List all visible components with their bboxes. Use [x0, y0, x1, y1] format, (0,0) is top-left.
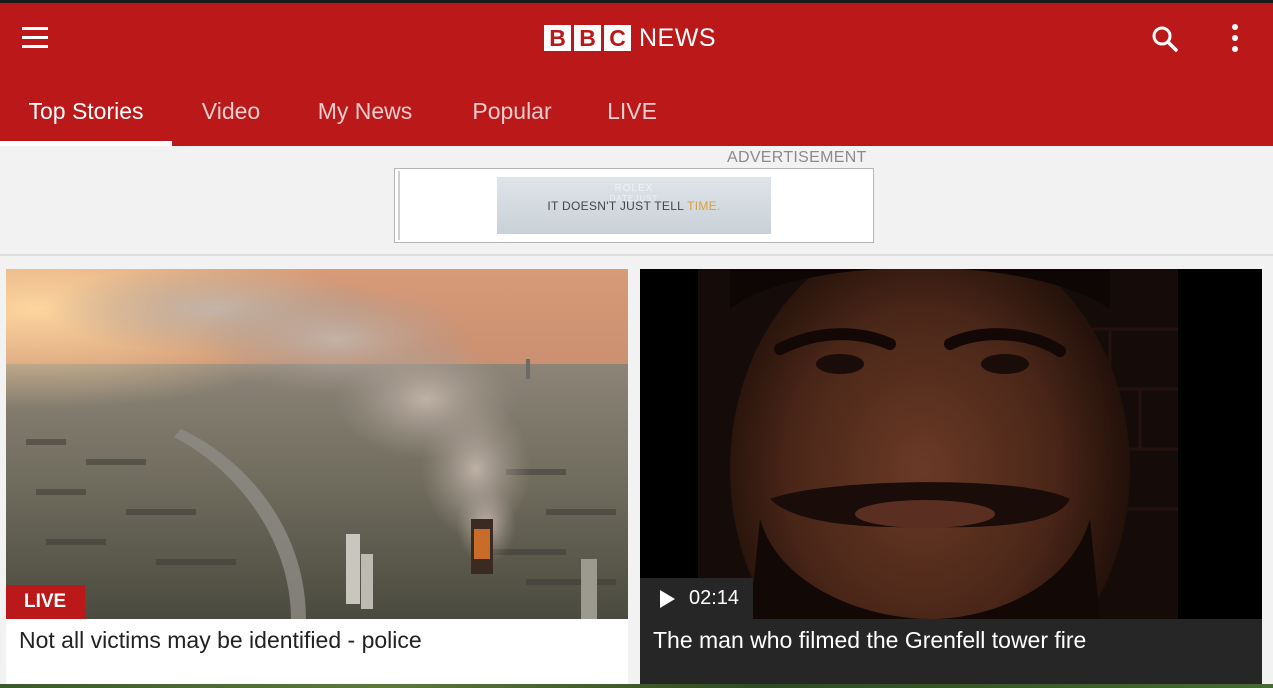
live-badge: LIVE — [6, 585, 85, 619]
story-title[interactable]: The man who filmed the Grenfell tower fi… — [653, 627, 1086, 654]
search-icon[interactable] — [1148, 22, 1182, 56]
ad-creative[interactable]: ROLEX DATEJUST IT DOESN'T JUST TELL TIME… — [497, 177, 771, 234]
story-image-fire[interactable]: LIVE — [6, 269, 628, 619]
story-title[interactable]: Not all victims may be identified - poli… — [19, 627, 422, 654]
tab-video[interactable]: Video — [172, 80, 290, 146]
play-icon — [660, 589, 675, 608]
more-vertical-icon[interactable] — [1222, 20, 1248, 56]
advertisement-banner[interactable]: ROLEX DATEJUST IT DOESN'T JUST TELL TIME… — [394, 168, 874, 243]
duration-text: 02:14 — [689, 587, 740, 609]
advertisement-label: ADVERTISEMENT — [727, 149, 867, 166]
bbc-news-logo: B B C NEWS — [544, 24, 716, 52]
advertisement-area: ADVERTISEMENT ROLEX DATEJUST IT DOESN'T … — [0, 146, 1273, 256]
video-duration: 02:14 — [640, 578, 753, 619]
top-border — [0, 0, 1273, 3]
ad-tagline-main: IT DOESN'T JUST TELL — [547, 198, 688, 213]
ad-brand: ROLEX — [614, 183, 654, 194]
hamburger-menu-icon[interactable] — [18, 24, 52, 52]
tab-live[interactable]: LIVE — [584, 80, 680, 146]
video-thumbnail[interactable]: 02:14 — [640, 269, 1262, 619]
story-card-video[interactable]: 02:14 The man who filmed the Grenfell to… — [640, 269, 1262, 688]
tab-popular[interactable]: Popular — [440, 80, 584, 146]
desktop-edge-strip — [0, 684, 1273, 688]
logo-block-c: C — [604, 25, 631, 51]
ad-tagline-accent: TIME. — [687, 198, 721, 213]
logo-block-b1: B — [544, 25, 571, 51]
logo-word-news: NEWS — [639, 23, 716, 52]
story-card-live[interactable]: LIVE Not all victims may be identified -… — [6, 269, 628, 688]
tab-my-news[interactable]: My News — [290, 80, 440, 146]
tab-bar: Top Stories Video My News Popular LIVE — [0, 80, 680, 146]
logo-block-b2: B — [574, 25, 601, 51]
ad-edge-line — [398, 171, 400, 240]
ad-tagline: IT DOESN'T JUST TELL TIME. — [547, 199, 720, 213]
app-bar: B B C NEWS Top Stories Video My News Pop… — [0, 0, 1273, 146]
tab-top-stories[interactable]: Top Stories — [0, 80, 172, 146]
